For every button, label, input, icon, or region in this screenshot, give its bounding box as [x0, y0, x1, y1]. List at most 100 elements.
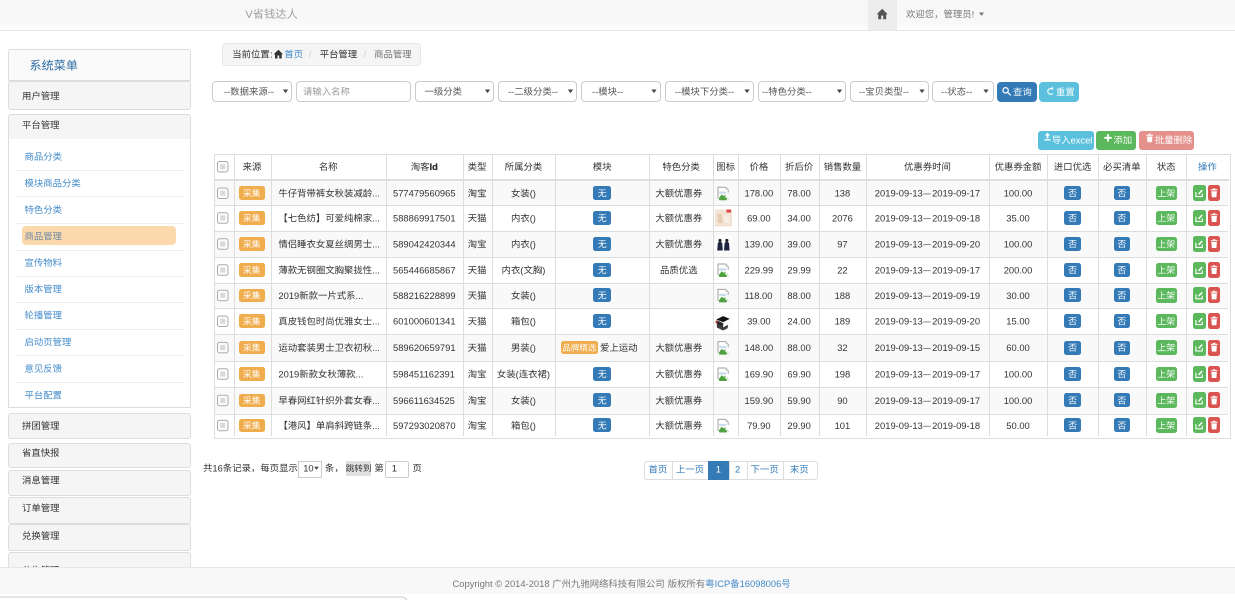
svg-text:29.99: 29.99 — [787, 264, 810, 275]
svg-text:...: ... — [372, 212, 380, 223]
svg-text:90: 90 — [837, 395, 847, 406]
svg-text:2019: 2019 — [278, 368, 299, 379]
svg-text:597293020870: 597293020870 — [393, 420, 456, 431]
svg-text:589620659791: 589620659791 — [393, 342, 456, 353]
svg-text:--: -- — [966, 86, 972, 97]
svg-text:88.00: 88.00 — [787, 342, 810, 353]
svg-text:...: ... — [372, 342, 380, 353]
svg-text:16: 16 — [212, 462, 222, 473]
svg-text:...: ... — [356, 368, 364, 379]
svg-text:): ) — [542, 264, 545, 275]
svg-text:35.00: 35.00 — [1006, 212, 1029, 223]
svg-text:138: 138 — [835, 188, 851, 199]
svg-text:(): () — [530, 395, 536, 406]
svg-text:Copyright © 2014-2018: Copyright © 2014-2018 — [453, 578, 550, 589]
svg-text:2: 2 — [735, 464, 740, 475]
svg-text:229.99: 229.99 — [745, 264, 774, 275]
svg-text:(: ( — [520, 264, 524, 275]
svg-text:--: -- — [806, 86, 812, 97]
svg-text:(): () — [530, 342, 536, 353]
svg-text:2019-09-13: 2019-09-13 — [875, 188, 923, 199]
svg-text:!: ! — [972, 8, 975, 19]
svg-text:ICP: ICP — [715, 578, 731, 589]
svg-text:69.00: 69.00 — [747, 212, 770, 223]
svg-text:24.00: 24.00 — [787, 316, 810, 327]
svg-text:2019-09-15: 2019-09-15 — [932, 342, 980, 353]
svg-text:--: -- — [592, 86, 598, 97]
svg-text:50.00: 50.00 — [1006, 420, 1029, 431]
svg-text:...: ... — [372, 188, 380, 199]
svg-text:16098006: 16098006 — [740, 578, 782, 589]
svg-text:--: -- — [552, 86, 558, 97]
svg-text:79.90: 79.90 — [747, 420, 770, 431]
svg-text:588869917501: 588869917501 — [393, 212, 456, 223]
svg-text:2019-09-17: 2019-09-17 — [932, 188, 980, 199]
svg-text:169.90: 169.90 — [745, 368, 774, 379]
svg-text:2019-09-20: 2019-09-20 — [932, 316, 980, 327]
svg-text:100.00: 100.00 — [1004, 368, 1033, 379]
svg-text:565446685867: 565446685867 — [393, 264, 456, 275]
svg-text:2076: 2076 — [832, 212, 853, 223]
svg-text:139.00: 139.00 — [745, 238, 774, 249]
svg-text:78.00: 78.00 — [787, 188, 810, 199]
svg-text:2019-09-18: 2019-09-18 — [932, 212, 980, 223]
svg-text:10: 10 — [303, 462, 313, 473]
svg-text:15.00: 15.00 — [1006, 316, 1029, 327]
svg-text:(): () — [530, 290, 536, 301]
svg-text:(): () — [530, 238, 536, 249]
svg-text:(): () — [530, 316, 536, 327]
svg-text:...: ... — [372, 420, 380, 431]
svg-text:--: -- — [728, 86, 734, 97]
svg-text:--: -- — [617, 86, 623, 97]
svg-text:34.00: 34.00 — [787, 212, 810, 223]
svg-text:101: 101 — [835, 420, 851, 431]
svg-text:2019-09-20: 2019-09-20 — [932, 238, 980, 249]
svg-text:...: ... — [372, 238, 380, 249]
svg-text:22: 22 — [837, 264, 847, 275]
svg-text:excel: excel — [1071, 134, 1093, 145]
svg-text:598451162391: 598451162391 — [393, 368, 455, 379]
svg-text:588216228899: 588216228899 — [393, 290, 456, 301]
svg-text:): ) — [547, 368, 550, 379]
svg-text:29.90: 29.90 — [787, 420, 810, 431]
svg-text:1: 1 — [392, 462, 397, 473]
svg-text:/: / — [309, 49, 312, 60]
svg-text:...: ... — [372, 395, 380, 406]
svg-text:/: / — [364, 49, 367, 60]
svg-text:2019-09-13: 2019-09-13 — [875, 395, 923, 406]
svg-text:60.00: 60.00 — [1006, 342, 1029, 353]
svg-text:2019-09-19: 2019-09-19 — [932, 290, 980, 301]
svg-text:178.00: 178.00 — [745, 188, 774, 199]
svg-text:...: ... — [372, 264, 380, 275]
svg-text:2019-09-13: 2019-09-13 — [875, 316, 923, 327]
svg-text:589042420344: 589042420344 — [393, 238, 456, 249]
svg-text:189: 189 — [835, 316, 851, 327]
svg-text:--: -- — [268, 86, 274, 97]
svg-text:2019: 2019 — [278, 290, 299, 301]
svg-text:--: -- — [675, 86, 681, 97]
svg-text:100.00: 100.00 — [1004, 188, 1033, 199]
svg-text:1: 1 — [716, 464, 721, 475]
svg-text:100.00: 100.00 — [1004, 395, 1033, 406]
svg-text:2019-09-13: 2019-09-13 — [875, 342, 923, 353]
svg-text:V: V — [245, 9, 253, 21]
svg-text:2019-09-13: 2019-09-13 — [875, 238, 923, 249]
svg-text:100.00: 100.00 — [1004, 238, 1033, 249]
svg-text:88.00: 88.00 — [787, 290, 810, 301]
svg-text:--: -- — [224, 86, 230, 97]
svg-text:...: ... — [356, 290, 364, 301]
svg-text:39.00: 39.00 — [787, 238, 810, 249]
svg-text:(): () — [530, 212, 536, 223]
svg-text:2019-09-17: 2019-09-17 — [932, 264, 980, 275]
svg-text:200.00: 200.00 — [1004, 264, 1033, 275]
svg-text:577479560965: 577479560965 — [393, 188, 456, 199]
svg-text:(): () — [530, 188, 536, 199]
svg-text:--: -- — [508, 86, 514, 97]
svg-text:...: ... — [372, 316, 380, 327]
svg-text:--: -- — [859, 86, 865, 97]
svg-text:2019-09-18: 2019-09-18 — [932, 420, 980, 431]
svg-text:198: 198 — [835, 368, 851, 379]
svg-text:2019-09-13: 2019-09-13 — [875, 212, 923, 223]
svg-text:59.90: 59.90 — [787, 395, 810, 406]
svg-text:2019-09-13: 2019-09-13 — [875, 290, 923, 301]
